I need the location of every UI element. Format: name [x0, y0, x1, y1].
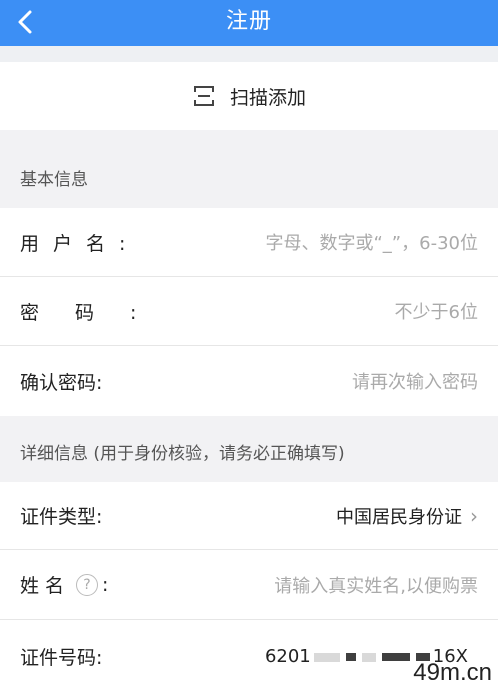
name-label-colon: : — [102, 573, 109, 596]
password-label: 密码: — [20, 301, 173, 324]
id-type-field[interactable]: 证件类型: 中国居民身份证 › — [0, 482, 498, 550]
confirm-password-input[interactable]: 请再次输入密码 — [352, 368, 478, 394]
confirm-password-label: 确认密码: — [20, 371, 103, 394]
password-input[interactable]: 不少于6位 — [395, 298, 478, 324]
username-input[interactable]: 字母、数字或“_”，6-30位 — [265, 229, 478, 255]
password-field[interactable]: 密码: 不少于6位 — [0, 277, 498, 346]
id-type-label: 证件类型: — [20, 506, 103, 528]
section-header-detail: 详细信息 (用于身份核验，请务必正确填写) — [0, 416, 498, 482]
redaction-mark — [313, 652, 340, 662]
confirm-password-field[interactable]: 确认密码: 请再次输入密码 — [0, 346, 498, 416]
top-nav-bar: 注册 — [0, 0, 498, 46]
redaction-mark — [345, 653, 356, 661]
section-header-basic: 基本信息 — [0, 130, 498, 208]
page-title: 注册 — [225, 9, 272, 34]
name-field[interactable]: 姓名 ? : 请输入真实姓名,以便购票 — [0, 550, 498, 620]
help-icon[interactable]: ? — [76, 573, 99, 596]
id-type-value[interactable]: 中国居民身份证 — [336, 503, 462, 529]
scan-add-button[interactable]: 扫描添加 — [0, 62, 498, 130]
scan-icon — [193, 86, 214, 106]
nav-divider — [0, 46, 498, 62]
watermark: 49m.cn — [413, 659, 492, 686]
id-number-start: 6201 — [264, 646, 311, 667]
chevron-right-icon: › — [470, 503, 478, 528]
redaction-mark — [381, 653, 410, 661]
name-input[interactable]: 请输入真实姓名,以便购票 — [274, 572, 478, 598]
scan-add-label: 扫描添加 — [229, 86, 306, 109]
username-field[interactable]: 用户名: 字母、数字或“_”，6-30位 — [0, 208, 498, 277]
redaction-mark — [361, 652, 376, 662]
id-number-label: 证件号码: — [20, 647, 103, 669]
username-label: 用户名: — [20, 232, 140, 255]
name-label: 姓名 — [20, 575, 71, 597]
